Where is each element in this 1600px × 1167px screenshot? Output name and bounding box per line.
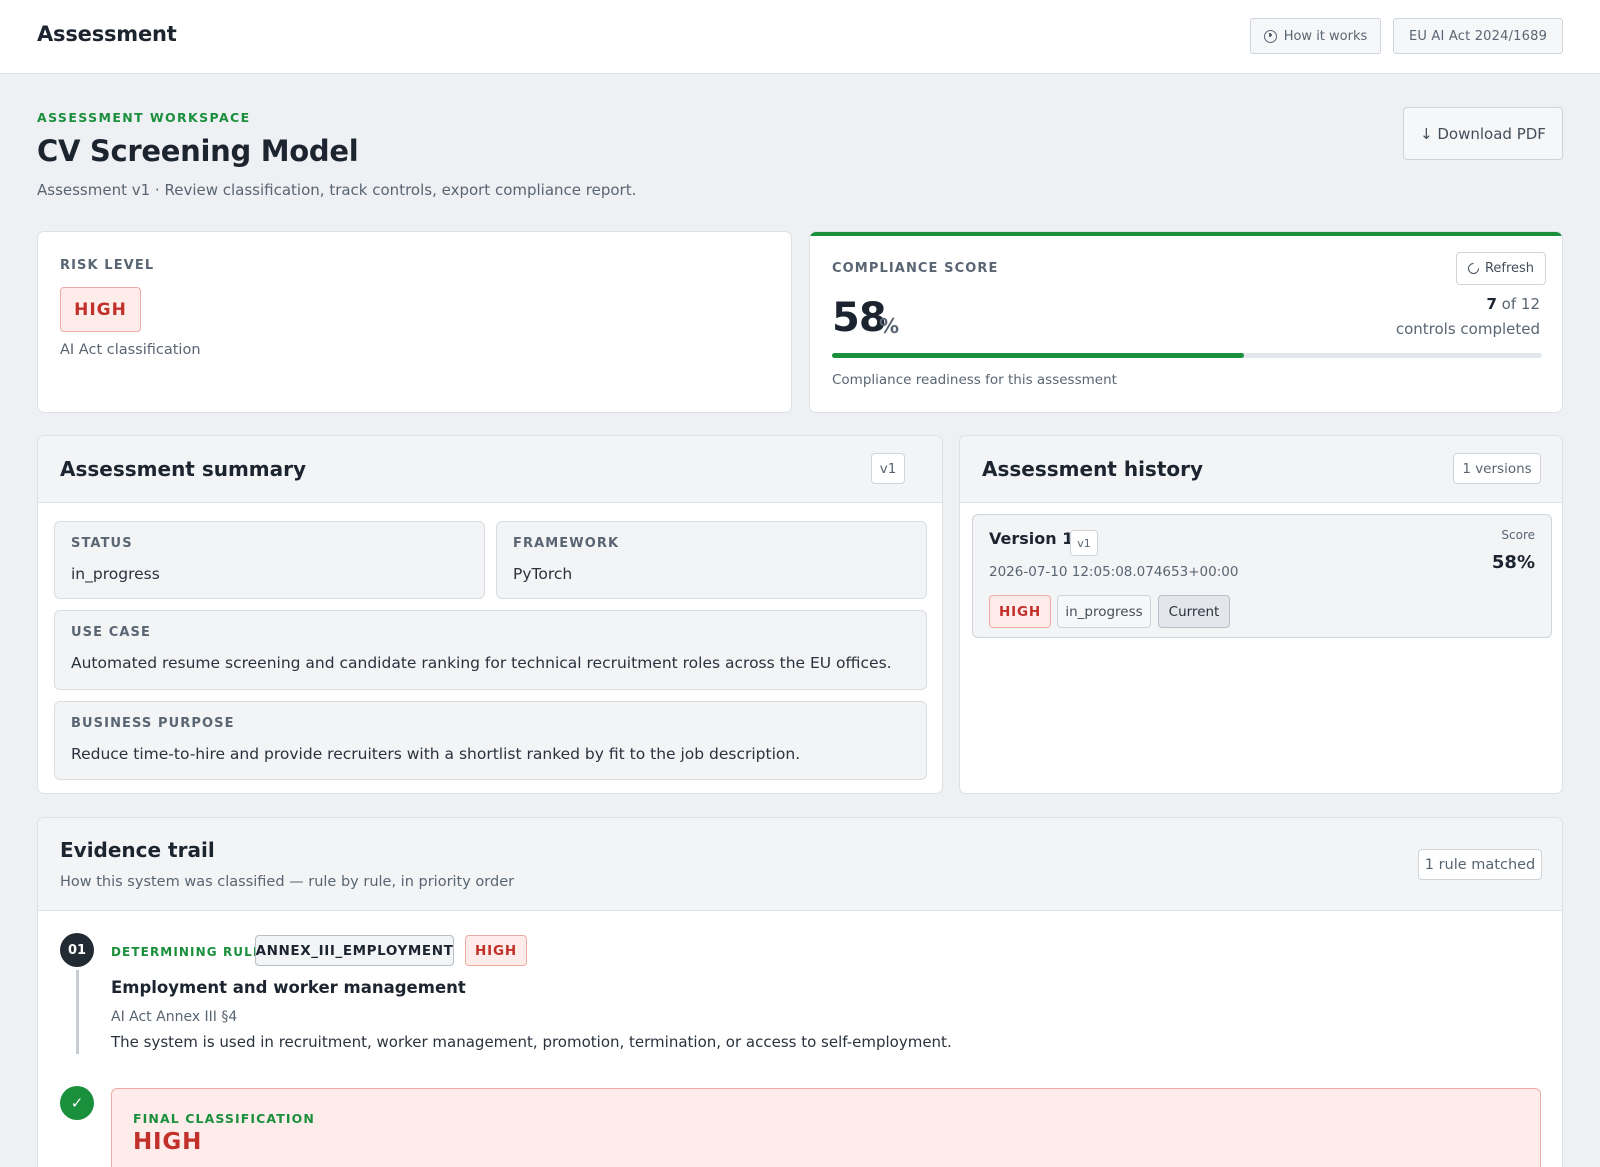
check-icon: ✓ <box>60 1086 94 1120</box>
evidence-subtitle: How this system was classified — rule by… <box>60 874 515 890</box>
version-score-value: 58% <box>1491 552 1535 573</box>
compliance-score-label: COMPLIANCE SCORE <box>832 261 999 276</box>
assessment-history-card: Assessment history 1 versions Version 1 … <box>959 435 1563 794</box>
risk-level-card: RISK LEVEL HIGH AI Act classification <box>37 231 792 413</box>
rule-reference: AI Act Annex III §4 <box>111 1009 238 1025</box>
regulation-label: EU AI Act 2024/1689 <box>1408 28 1548 44</box>
workspace-eyebrow: ASSESSMENT WORKSPACE <box>37 110 251 125</box>
rule-risk-badge: HIGH <box>465 935 527 966</box>
rule-step-number: 01 <box>60 933 94 967</box>
version-risk-badge: HIGH <box>989 595 1051 628</box>
risk-level-caption: AI Act classification <box>60 342 201 358</box>
status-field: STATUS in_progress <box>54 521 485 599</box>
compliance-caption: Compliance readiness for this assessment <box>832 372 1117 388</box>
framework-value: PyTorch <box>513 565 573 583</box>
evidence-trail-card: Evidence trail How this system was class… <box>37 817 1563 1167</box>
rule-description: The system is used in recruitment, worke… <box>111 1033 952 1051</box>
version-item-chip: v1 <box>1070 530 1098 556</box>
history-title: Assessment history <box>982 457 1204 481</box>
refresh-label: Refresh <box>1484 261 1535 276</box>
summary-title: Assessment summary <box>60 457 307 481</box>
compliance-progress-fill <box>832 353 1244 358</box>
top-bar: Assessment How it works EU AI Act 2024/1… <box>0 0 1600 74</box>
controls-caption: controls completed <box>1395 320 1540 338</box>
business-purpose-field: BUSINESS PURPOSE Reduce time-to-hire and… <box>54 701 927 780</box>
history-header: Assessment history 1 versions <box>960 436 1562 503</box>
controls-completed-count: 7 <box>1486 295 1497 313</box>
use-case-value: Automated resume screening and candidate… <box>71 654 892 672</box>
version-current-badge: Current <box>1158 595 1230 628</box>
framework-label: FRAMEWORK <box>513 536 620 551</box>
evidence-header: Evidence trail How this system was class… <box>38 818 1562 911</box>
page-title: CV Screening Model <box>37 134 359 168</box>
use-case-field: USE CASE Automated resume screening and … <box>54 610 927 690</box>
app-title: Assessment <box>37 22 177 46</box>
version-item[interactable]: Version 1 v1 2026-07-10 12:05:08.074653+… <box>972 514 1552 638</box>
compliance-progress-bar <box>832 353 1542 358</box>
version-chip: v1 <box>871 453 905 484</box>
version-score-label: Score <box>1501 528 1535 542</box>
page-subtitle: Assessment v1 · Review classification, t… <box>37 181 637 199</box>
regulation-button[interactable]: EU AI Act 2024/1689 <box>1393 18 1563 54</box>
version-title: Version 1 <box>989 529 1074 548</box>
summary-header: Assessment summary v1 <box>38 436 942 503</box>
compliance-score-card: COMPLIANCE SCORE Refresh 58 % 7 of 12 co… <box>809 231 1563 413</box>
risk-level-badge: HIGH <box>60 287 141 332</box>
versions-count-chip: 1 versions <box>1453 453 1541 484</box>
status-label: STATUS <box>71 536 133 551</box>
how-it-works-button[interactable]: How it works <box>1250 18 1381 54</box>
determining-rule-label: DETERMINING RULE <box>111 945 263 959</box>
rule-title: Employment and worker management <box>111 978 466 997</box>
framework-field: FRAMEWORK PyTorch <box>496 521 927 599</box>
assessment-summary-card: Assessment summary v1 STATUS in_progress… <box>37 435 943 794</box>
business-purpose-label: BUSINESS PURPOSE <box>71 716 235 731</box>
rules-matched-chip: 1 rule matched <box>1418 849 1542 880</box>
risk-level-label: RISK LEVEL <box>60 258 155 273</box>
compliance-score-value: 58 <box>832 295 887 341</box>
evidence-title: Evidence trail <box>60 838 215 862</box>
compliance-score-unit: % <box>879 314 900 338</box>
final-classification-label: FINAL CLASSIFICATION <box>133 1111 315 1126</box>
refresh-button[interactable]: Refresh <box>1456 252 1546 285</box>
clock-icon <box>1263 29 1277 43</box>
compliance-accent-bar <box>810 232 1562 236</box>
use-case-label: USE CASE <box>71 625 151 640</box>
controls-count: 7 of 12 controls completed <box>1396 292 1540 342</box>
version-date: 2026-07-10 12:05:08.074653+00:00 <box>989 564 1239 580</box>
status-value: in_progress <box>71 565 160 583</box>
version-status-badge: in_progress <box>1057 595 1151 628</box>
rule-code-badge: ANNEX_III_EMPLOYMENT <box>255 935 454 966</box>
how-it-works-label: How it works <box>1283 28 1368 44</box>
final-classification-box: FINAL CLASSIFICATION HIGH <box>111 1088 1541 1167</box>
download-pdf-button[interactable]: ↓ Download PDF <box>1403 107 1563 160</box>
final-classification-value: HIGH <box>133 1129 203 1155</box>
rule-step-connector <box>76 970 79 1054</box>
controls-total: of 12 <box>1501 295 1540 313</box>
refresh-icon <box>1465 260 1482 277</box>
business-purpose-value: Reduce time-to-hire and provide recruite… <box>71 745 801 763</box>
